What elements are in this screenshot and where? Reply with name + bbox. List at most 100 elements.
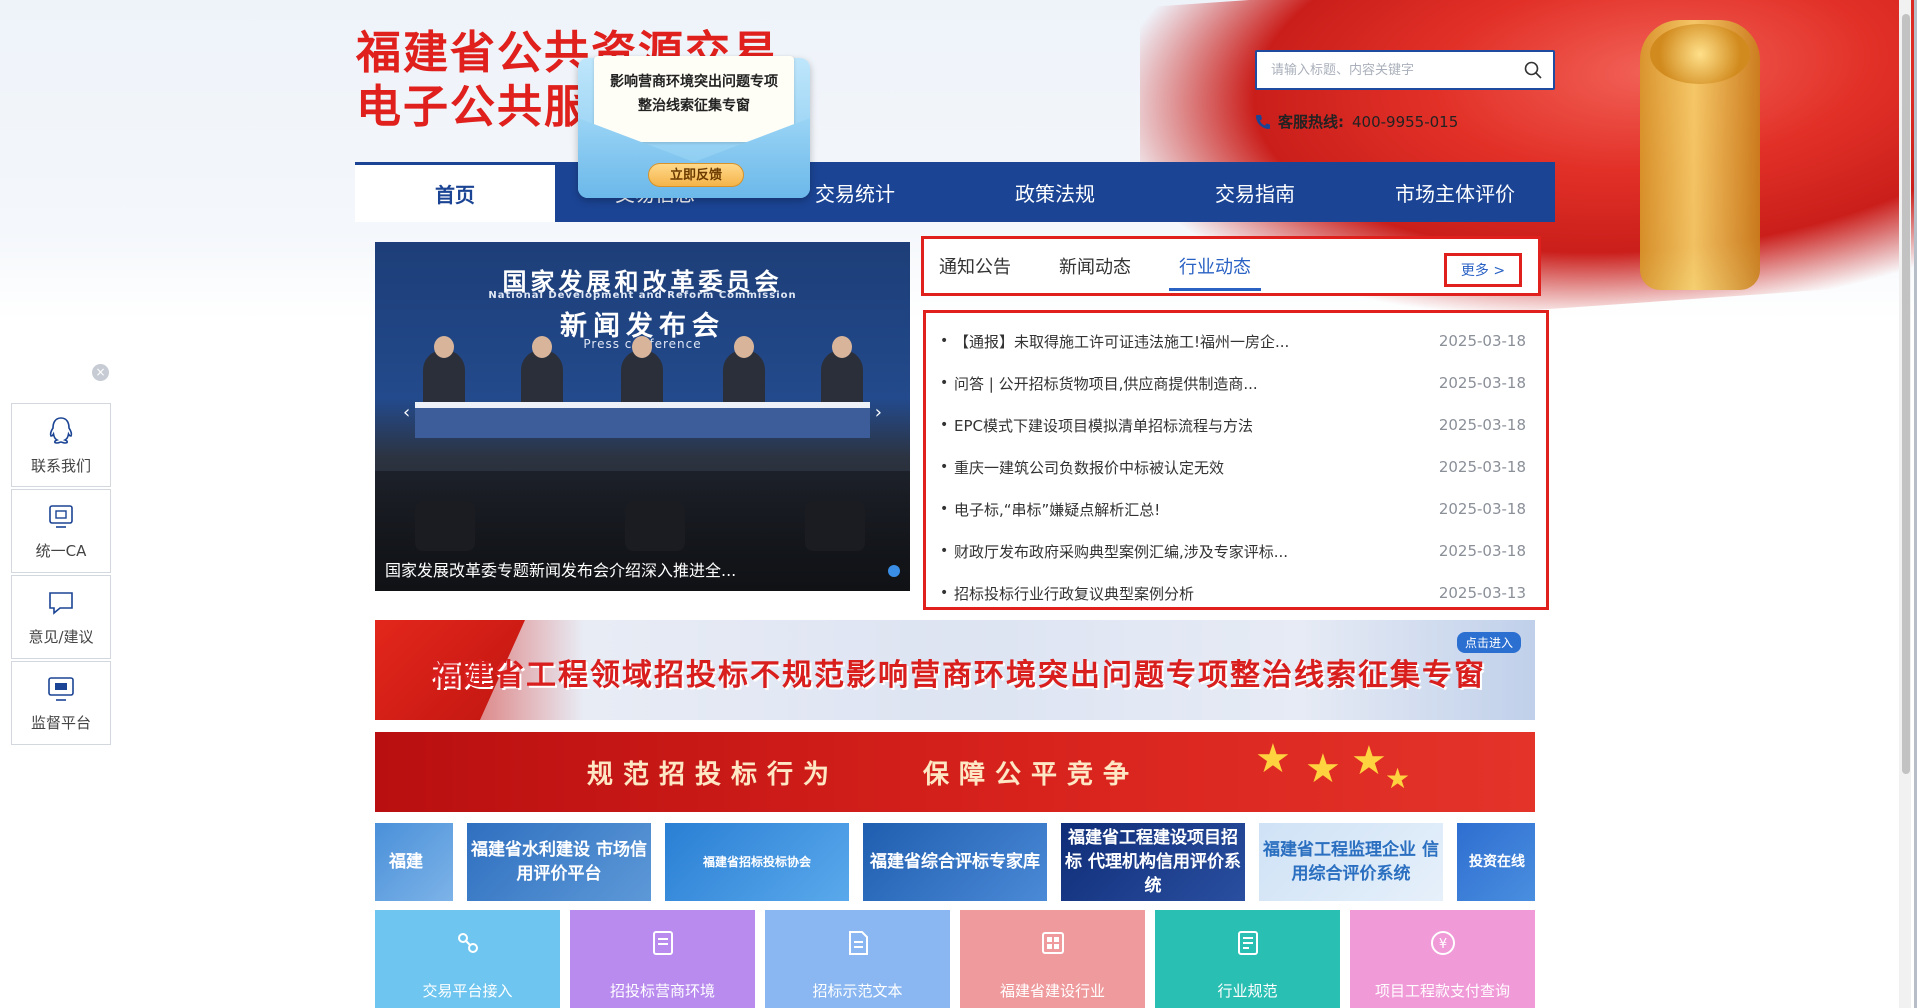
link-expert-library[interactable]: 福建省综合评标专家库 <box>863 823 1047 901</box>
side-item-ca[interactable]: 统一CA <box>11 489 111 573</box>
bullet: • <box>940 585 949 601</box>
carousel-caption[interactable]: 国家发展改革委专题新闻发布会介绍深入推进全... <box>385 557 795 581</box>
svg-text:¥: ¥ <box>1438 937 1446 952</box>
news-item[interactable]: • EPC模式下建设项目模拟清单招标流程与方法 2025-03-18 <box>940 404 1526 446</box>
banner1-enter-button[interactable]: 点击进入 <box>1456 632 1521 653</box>
news-carousel[interactable]: 国家发展和改革委员会 National Development and Refo… <box>375 242 910 591</box>
scrollbar-thumb[interactable] <box>1902 14 1910 774</box>
news-item-title: 重庆一建筑公司负数报价中标被认定无效 <box>954 458 1225 477</box>
service-platform-access[interactable]: 交易平台接入 <box>375 910 560 1008</box>
rectification-window-banner[interactable]: 福建省工程领域招投标不规范影响营商环境突出问题专项整治线索征集专窗 点击进入 <box>375 620 1535 720</box>
more-link[interactable]: 更多 > <box>1444 253 1522 287</box>
tab-industry-news[interactable]: 行业动态 <box>1169 239 1261 293</box>
service-industry-standards[interactable]: 行业规范 <box>1155 910 1340 1008</box>
news-item-title: 电子标,“串标”嫌疑点解析汇总! <box>954 500 1161 519</box>
side-item-contact[interactable]: 联系我们 <box>11 403 111 487</box>
news-item-title: 招标投标行业行政复议典型案例分析 <box>954 584 1195 603</box>
service-construction-industry[interactable]: 福建省建设行业 <box>960 910 1145 1008</box>
service-label: 交易平台接入 <box>422 982 513 1000</box>
ca-icon <box>49 504 73 528</box>
service-label: 招标示范文本 <box>812 982 903 1000</box>
carousel-photo-camera <box>805 501 865 551</box>
news-item-date: 2025-03-18 <box>1438 374 1526 392</box>
news-item-title: 【通报】未取得施工许可证违法施工!福州一房企... <box>954 332 1290 351</box>
nav-home[interactable]: 首页 <box>355 162 555 222</box>
tab-notices[interactable]: 通知公告 <box>939 239 1011 293</box>
news-item-title: 财政厅发布政府采购典型案例汇编,涉及专家评标... <box>954 542 1289 561</box>
bullet: • <box>940 333 949 349</box>
link-water-credit[interactable]: 福建省水利建设 市场信用评价平台 <box>467 823 651 901</box>
news-item[interactable]: • 重庆一建筑公司负数报价中标被认定无效 2025-03-18 <box>940 446 1526 488</box>
star-icon: ★ <box>1255 736 1291 782</box>
nav-market-eval[interactable]: 市场主体评价 <box>1355 162 1555 222</box>
carousel-photo-table <box>415 402 870 438</box>
link-investment-online[interactable]: 投资在线 <box>1457 823 1535 901</box>
service-label: 福建省建设行业 <box>999 982 1105 1000</box>
partner-links: 福建 福建省水利建设 市场信用评价平台 福建省招标投标协会 福建省综合评标专家库… <box>375 823 1535 901</box>
carousel-photo-camera <box>625 501 685 551</box>
popup-feedback-button[interactable]: 立即反馈 <box>648 163 744 187</box>
page: 福建省公共资源交易 电子公共服务平台 客服热线: 400-9955-015 首页… <box>0 0 1917 1008</box>
news-item[interactable]: • 招标投标行业行政复议典型案例分析 2025-03-13 <box>940 572 1526 614</box>
search-input[interactable] <box>1257 52 1513 88</box>
side-panel-close-button[interactable]: × <box>92 364 109 381</box>
bullet: • <box>940 417 949 433</box>
service-payment-query[interactable]: ¥ 项目工程款支付查询 <box>1350 910 1535 1008</box>
monitor-icon <box>48 676 74 701</box>
news-item-title: EPC模式下建设项目模拟清单招标流程与方法 <box>954 416 1253 435</box>
carousel-photo-person <box>521 336 563 406</box>
carousel-photo-person <box>723 336 765 406</box>
pillar-top-decoration <box>1650 24 1750 84</box>
nav-policy[interactable]: 政策法规 <box>955 162 1155 222</box>
search-button[interactable] <box>1513 52 1553 88</box>
news-item[interactable]: • 【通报】未取得施工许可证违法施工!福州一房企... 2025-03-18 <box>940 320 1526 362</box>
search-box <box>1255 50 1555 90</box>
link-bidding-association[interactable]: 福建省招标投标协会 <box>665 823 849 901</box>
list-document-icon <box>1237 931 1258 955</box>
side-item-supervision[interactable]: 监督平台 <box>11 661 111 745</box>
banner2-right-text: 保障公平竞争 <box>923 760 1140 790</box>
side-item-label: 监督平台 <box>30 713 91 732</box>
banner2-left-text: 规范招投标行为 <box>587 760 840 790</box>
carousel-indicator-dot[interactable] <box>888 565 900 577</box>
link-supervision-credit[interactable]: 福建省工程监理企业 信用综合评价系统 <box>1259 823 1443 901</box>
bullet: • <box>940 459 949 475</box>
link-chain-icon <box>457 933 478 953</box>
star-icon: ★ <box>1385 762 1411 795</box>
news-tabs: 通知公告 新闻动态 行业动态 更多 > <box>921 236 1541 296</box>
service-label: 招投标营商环境 <box>609 982 715 1000</box>
carousel-next-button[interactable]: › <box>875 402 882 423</box>
news-item-date: 2025-03-18 <box>1438 416 1526 434</box>
link-fujian[interactable]: 福建 <box>375 823 453 901</box>
search-icon <box>1524 61 1542 79</box>
service-shortcuts: 交易平台接入 招投标营商环境 招标示范文本 福建省建设行业 行业规范 ¥ 项目工… <box>375 910 1535 1008</box>
banner1-text: 福建省工程领域招投标不规范影响营商环境突出问题专项整治线索征集专窗 <box>430 658 1486 693</box>
news-item[interactable]: • 问答 | 公开招标货物项目,供应商提供制造商... 2025-03-18 <box>940 362 1526 404</box>
side-item-label: 统一CA <box>35 541 87 560</box>
side-item-label: 联系我们 <box>30 456 91 475</box>
bullet: • <box>940 375 949 391</box>
main-nav: 首页 交易信息 交易统计 政策法规 交易指南 市场主体评价 <box>355 162 1555 222</box>
star-icon: ★ <box>1351 738 1387 784</box>
news-item-date: 2025-03-18 <box>1438 542 1526 560</box>
news-item-date: 2025-03-18 <box>1438 458 1526 476</box>
news-item[interactable]: • 财政厅发布政府采购典型案例汇编,涉及专家评标... 2025-03-18 <box>940 530 1526 572</box>
carousel-photo-person <box>821 336 863 406</box>
grid-icon <box>1041 932 1064 954</box>
carousel-prev-button[interactable]: ‹ <box>403 402 410 423</box>
side-item-feedback[interactable]: 意见/建议 <box>11 575 111 659</box>
file-text-icon <box>848 931 868 955</box>
bullet: • <box>940 543 949 559</box>
nav-guide[interactable]: 交易指南 <box>1155 162 1355 222</box>
qq-icon <box>49 416 73 444</box>
news-item-date: 2025-03-13 <box>1438 584 1526 602</box>
document-icon <box>652 931 673 955</box>
tab-news[interactable]: 新闻动态 <box>1059 239 1131 293</box>
link-agency-credit[interactable]: 福建省工程建设项目招标 代理机构信用评价系统 <box>1061 823 1245 901</box>
news-item-date: 2025-03-18 <box>1438 332 1526 350</box>
fair-competition-banner[interactable]: 规范招投标行为 保障公平竞争 ★ ★ ★ ★ <box>375 732 1535 812</box>
service-business-environment[interactable]: 招投标营商环境 <box>570 910 755 1008</box>
service-template-docs[interactable]: 招标示范文本 <box>765 910 950 1008</box>
carousel-photo-person <box>423 336 465 406</box>
news-item[interactable]: • 电子标,“串标”嫌疑点解析汇总! 2025-03-18 <box>940 488 1526 530</box>
